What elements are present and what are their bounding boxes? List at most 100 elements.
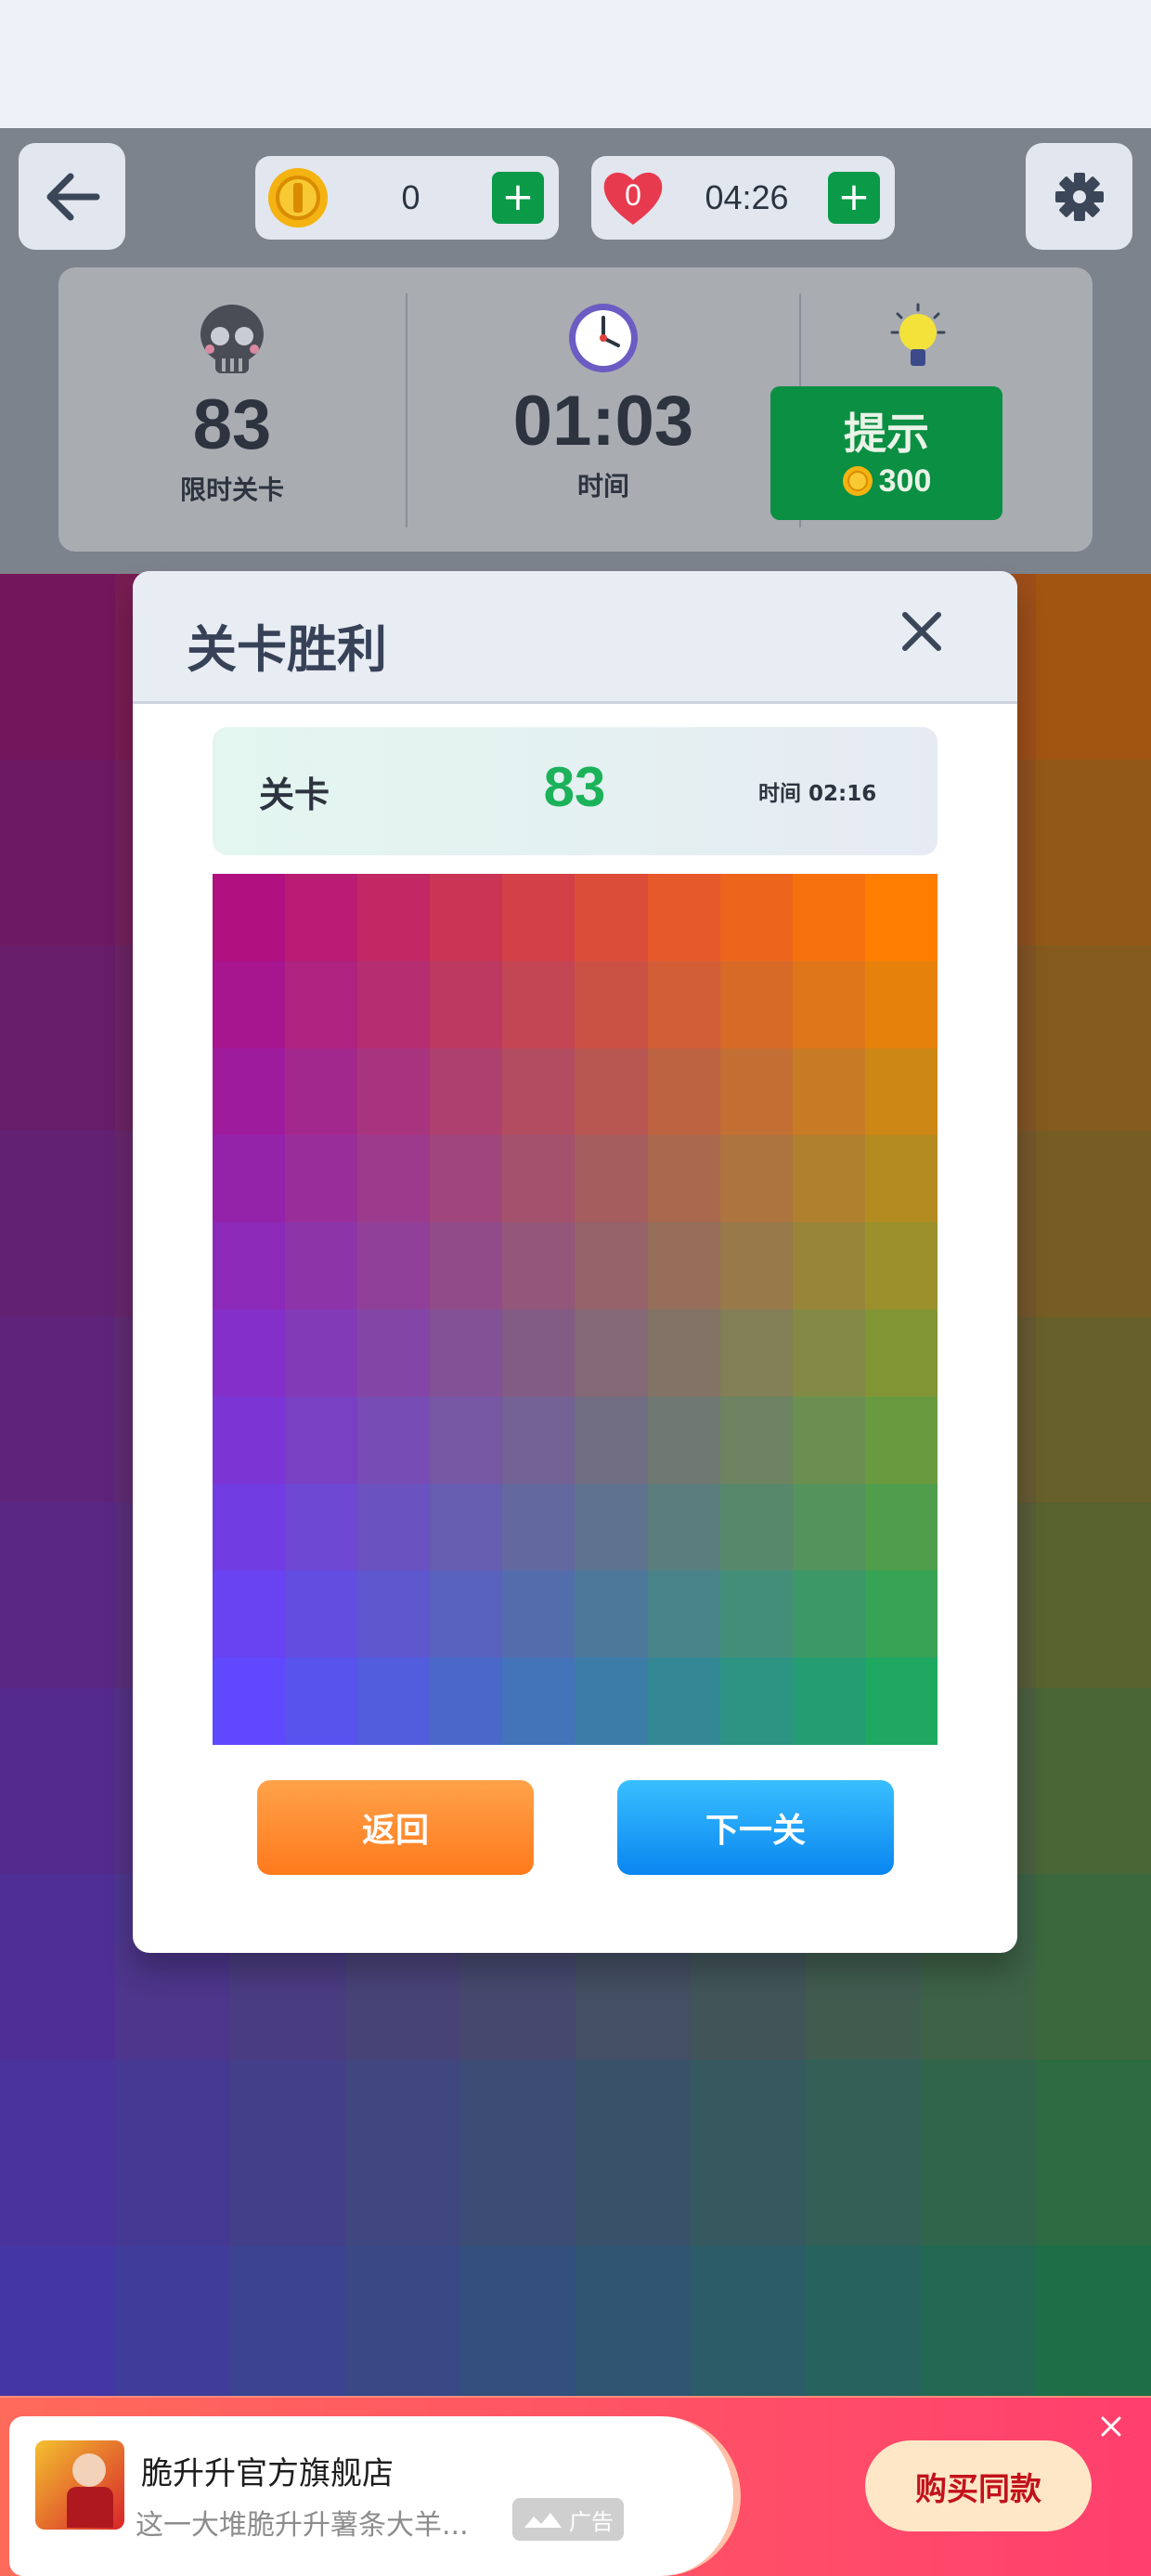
lives-counter: 0 04:26 + bbox=[591, 156, 895, 240]
color-tile bbox=[575, 1570, 648, 1659]
next-level-button[interactable]: 下一关 bbox=[617, 1780, 894, 1875]
completed-puzzle-preview bbox=[213, 874, 938, 1745]
color-tile bbox=[575, 1396, 648, 1484]
settings-button[interactable] bbox=[1026, 143, 1132, 250]
color-tile bbox=[357, 1658, 431, 1745]
color-tile bbox=[502, 1135, 576, 1223]
color-tile bbox=[213, 874, 286, 961]
color-tile bbox=[430, 1309, 503, 1397]
color-tile bbox=[719, 960, 793, 1048]
color-tile bbox=[647, 1483, 720, 1571]
close-button[interactable] bbox=[894, 604, 950, 659]
color-tile bbox=[647, 960, 720, 1048]
status-bar bbox=[0, 0, 1151, 128]
color-tile bbox=[430, 1483, 503, 1571]
color-tile bbox=[647, 1658, 720, 1745]
color-tile bbox=[719, 1047, 793, 1136]
color-tile bbox=[647, 1222, 720, 1309]
color-tile bbox=[502, 1570, 576, 1659]
level-summary-card: 关卡 83 时间 02:16 bbox=[213, 727, 938, 855]
color-tile bbox=[792, 1222, 865, 1309]
color-tile bbox=[792, 874, 865, 961]
color-tile bbox=[430, 960, 503, 1048]
return-button[interactable]: 返回 bbox=[257, 1780, 534, 1875]
ad-store-name: 脆升升官方旗舰店 bbox=[141, 2455, 394, 2492]
color-tile bbox=[430, 1570, 503, 1659]
color-tile bbox=[430, 1396, 503, 1484]
color-tile bbox=[647, 874, 720, 961]
color-tile bbox=[647, 1396, 720, 1484]
color-tile bbox=[719, 874, 793, 961]
coin-counter: 0 + bbox=[255, 156, 559, 240]
color-tile bbox=[285, 874, 358, 961]
add-lives-button[interactable]: + bbox=[828, 172, 880, 224]
color-tile bbox=[792, 960, 865, 1048]
ad-close-button[interactable] bbox=[1095, 2411, 1127, 2442]
color-tile bbox=[864, 1570, 938, 1659]
close-icon bbox=[1101, 2416, 1121, 2437]
time-stat: 01:03 时间 bbox=[407, 267, 799, 552]
hint-button[interactable]: 提示 300 bbox=[770, 386, 1002, 520]
color-tile bbox=[575, 1309, 648, 1397]
color-tile bbox=[502, 874, 576, 961]
close-icon bbox=[902, 612, 941, 651]
color-tile bbox=[719, 1658, 793, 1745]
color-tile bbox=[864, 1396, 938, 1484]
color-tile bbox=[430, 1222, 503, 1309]
color-tile bbox=[719, 1396, 793, 1484]
color-tile bbox=[213, 960, 286, 1048]
dialog-header: 关卡胜利 bbox=[133, 571, 1017, 704]
buy-same-button[interactable]: 购买同款 bbox=[865, 2440, 1092, 2531]
color-tile bbox=[502, 1483, 576, 1571]
color-tile bbox=[864, 960, 938, 1048]
color-tile bbox=[285, 1135, 358, 1223]
color-tile bbox=[575, 874, 648, 961]
hint-cost: 300 bbox=[842, 463, 931, 500]
color-tile bbox=[213, 1570, 286, 1659]
color-tile bbox=[285, 1396, 358, 1484]
level-number: 83 bbox=[192, 385, 272, 464]
color-tile bbox=[792, 1658, 865, 1745]
level-stat: 83 限时关卡 bbox=[58, 267, 406, 552]
color-tile bbox=[285, 1483, 358, 1571]
color-tile bbox=[792, 1309, 865, 1397]
skull-icon bbox=[200, 305, 264, 373]
color-tile bbox=[864, 1047, 938, 1136]
coin-icon bbox=[268, 168, 328, 228]
color-tile bbox=[792, 1135, 865, 1223]
color-tile bbox=[864, 874, 938, 961]
color-tile bbox=[213, 1396, 286, 1484]
color-tile bbox=[792, 1047, 865, 1136]
color-tile bbox=[502, 1309, 576, 1397]
color-tile bbox=[430, 1047, 503, 1136]
color-tile bbox=[213, 1658, 286, 1745]
summary-time: 时间 02:16 bbox=[758, 782, 877, 806]
color-tile bbox=[502, 1047, 576, 1136]
color-tile bbox=[213, 1483, 286, 1571]
back-button[interactable] bbox=[19, 143, 125, 250]
lives-timer: 04:26 bbox=[705, 178, 789, 216]
add-coins-button[interactable]: + bbox=[492, 172, 544, 224]
time-label: 时间 bbox=[576, 471, 629, 501]
color-tile bbox=[864, 1309, 938, 1397]
lightbulb-icon bbox=[890, 303, 946, 366]
ad-card[interactable]: 脆升升官方旗舰店 这一大堆脆升升薯条大羊... 广告 bbox=[9, 2416, 741, 2576]
color-tile bbox=[357, 874, 431, 961]
clock-icon bbox=[569, 304, 638, 372]
coin-icon bbox=[842, 466, 873, 496]
color-tile bbox=[575, 960, 648, 1048]
color-tile bbox=[719, 1483, 793, 1571]
color-tile bbox=[213, 1309, 286, 1397]
hint-label: 提示 bbox=[844, 408, 929, 459]
color-tile bbox=[647, 1570, 720, 1659]
color-tile bbox=[357, 1483, 431, 1571]
ad-banner[interactable]: 脆升升官方旗舰店 这一大堆脆升升薯条大羊... 广告 购买同款 bbox=[0, 2396, 1151, 2576]
heart-icon: 0 bbox=[601, 167, 666, 228]
level-label: 限时关卡 bbox=[179, 475, 284, 505]
color-tile bbox=[285, 1309, 358, 1397]
ad-description: 这一大堆脆升升薯条大羊... bbox=[136, 2509, 469, 2542]
ad-logo-icon bbox=[524, 2513, 562, 2528]
color-tile bbox=[357, 1309, 431, 1397]
dialog-title: 关卡胜利 bbox=[187, 620, 387, 679]
color-tile bbox=[213, 1135, 286, 1223]
